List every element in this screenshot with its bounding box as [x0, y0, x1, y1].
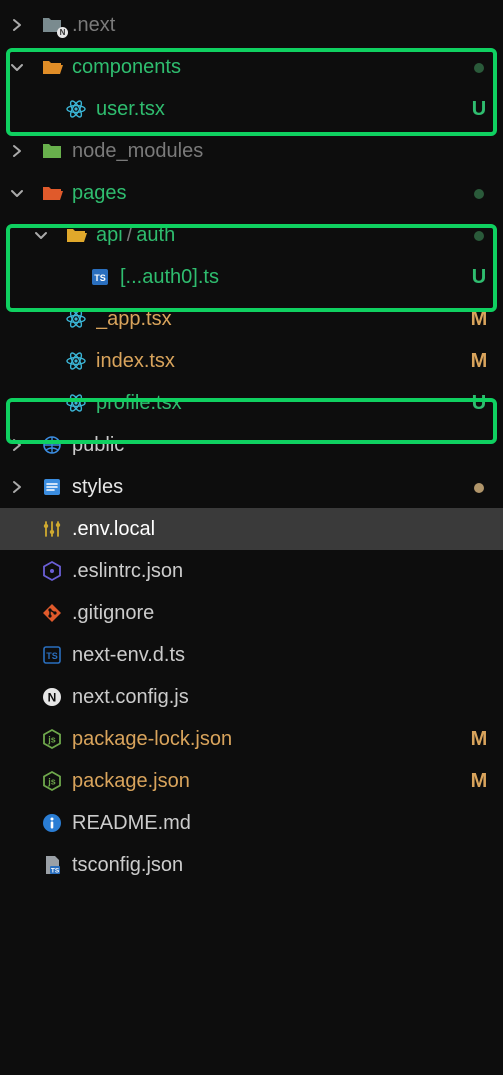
file-tree: N .next components user.tsx U node_modul… — [0, 4, 503, 886]
tree-item-user-tsx[interactable]: user.tsx U — [0, 88, 503, 130]
tree-item-package-lock[interactable]: package-lock.json M — [0, 718, 503, 760]
tree-item-node-modules[interactable]: node_modules — [0, 130, 503, 172]
item-label: api/auth — [96, 224, 467, 247]
git-status-dot — [467, 56, 491, 79]
folder-open-icon — [62, 224, 90, 246]
folder-icon — [38, 476, 66, 498]
git-status: U — [467, 392, 491, 415]
react-icon — [62, 308, 90, 330]
item-label: README.md — [72, 812, 491, 835]
chevron-right-icon — [6, 437, 28, 453]
info-icon — [38, 812, 66, 834]
tree-item-components[interactable]: components — [0, 46, 503, 88]
git-status: M — [467, 308, 491, 331]
git-status: U — [467, 266, 491, 289]
chevron-down-icon — [6, 185, 28, 201]
next-icon — [38, 686, 66, 708]
tree-item-readme[interactable]: README.md — [0, 802, 503, 844]
tree-item-gitignore[interactable]: .gitignore — [0, 592, 503, 634]
item-label: public — [72, 434, 491, 457]
tree-item-package[interactable]: package.json M — [0, 760, 503, 802]
react-icon — [62, 350, 90, 372]
folder-icon — [38, 140, 66, 162]
tree-item-public[interactable]: public — [0, 424, 503, 466]
item-label: profile.tsx — [96, 392, 467, 415]
item-label: user.tsx — [96, 98, 467, 121]
item-label: .env.local — [72, 518, 491, 541]
git-status-dot — [467, 476, 491, 499]
tree-item-pages[interactable]: pages — [0, 172, 503, 214]
item-label: next-env.d.ts — [72, 644, 491, 667]
git-status-dot — [467, 224, 491, 247]
git-status: M — [467, 770, 491, 793]
item-label: .gitignore — [72, 602, 491, 625]
tree-item-next-env[interactable]: next-env.d.ts — [0, 634, 503, 676]
chevron-down-icon — [6, 59, 28, 75]
item-label: components — [72, 56, 467, 79]
tree-item-api-auth[interactable]: api/auth — [0, 214, 503, 256]
node-icon — [38, 728, 66, 750]
tree-item-next-config[interactable]: next.config.js — [0, 676, 503, 718]
tree-item-next[interactable]: N .next — [0, 4, 503, 46]
tree-item-app-tsx[interactable]: _app.tsx M — [0, 298, 503, 340]
item-label: pages — [72, 182, 467, 205]
item-label: package.json — [72, 770, 467, 793]
ts-outline-icon — [38, 644, 66, 666]
sliders-icon — [38, 518, 66, 540]
react-icon — [62, 392, 90, 414]
folder-icon: N — [38, 14, 66, 36]
item-label: styles — [72, 476, 467, 499]
chevron-down-icon — [30, 227, 52, 243]
chevron-right-icon — [6, 479, 28, 495]
ts-icon — [86, 266, 114, 288]
git-status: M — [467, 728, 491, 751]
item-label: node_modules — [72, 140, 491, 163]
eslint-icon — [38, 560, 66, 582]
item-label: package-lock.json — [72, 728, 467, 751]
item-label: .next — [72, 14, 491, 37]
react-icon — [62, 98, 90, 120]
tree-item-index-tsx[interactable]: index.tsx M — [0, 340, 503, 382]
tree-item-auth0-ts[interactable]: [...auth0].ts U — [0, 256, 503, 298]
item-label: index.tsx — [96, 350, 467, 373]
git-icon — [38, 602, 66, 624]
git-status: U — [467, 98, 491, 121]
chevron-right-icon — [6, 17, 28, 33]
tsconfig-icon — [38, 854, 66, 876]
folder-open-icon — [38, 182, 66, 204]
item-label: .eslintrc.json — [72, 560, 491, 583]
item-label: [...auth0].ts — [120, 266, 467, 289]
item-label: _app.tsx — [96, 308, 467, 331]
tree-item-styles[interactable]: styles — [0, 466, 503, 508]
git-status: M — [467, 350, 491, 373]
tree-item-eslintrc[interactable]: .eslintrc.json — [0, 550, 503, 592]
node-icon — [38, 770, 66, 792]
item-label: next.config.js — [72, 686, 491, 709]
tree-item-env-local[interactable]: .env.local — [0, 508, 503, 550]
folder-open-icon — [38, 56, 66, 78]
chevron-right-icon — [6, 143, 28, 159]
tree-item-profile-tsx[interactable]: profile.tsx U — [0, 382, 503, 424]
git-status-dot — [467, 182, 491, 205]
globe-icon — [38, 434, 66, 456]
item-label: tsconfig.json — [72, 854, 491, 877]
tree-item-tsconfig[interactable]: tsconfig.json — [0, 844, 503, 886]
